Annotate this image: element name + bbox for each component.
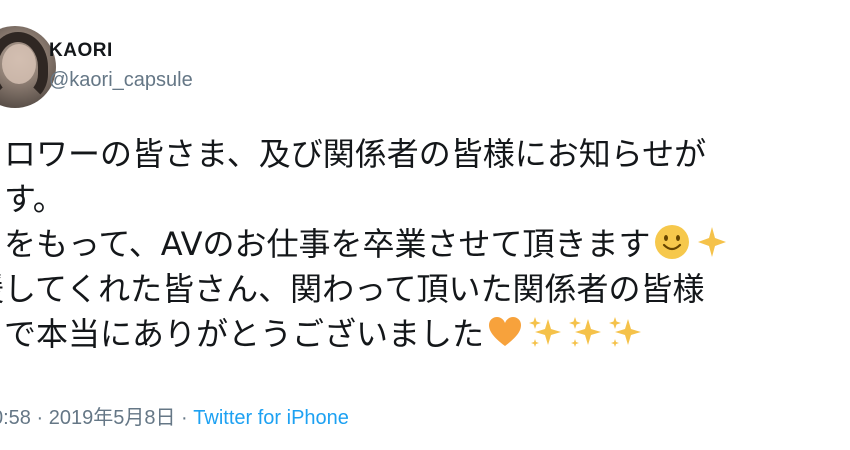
sparkles-icon xyxy=(569,317,602,347)
tweet-header: KAORI @kaori_capsule xyxy=(49,40,193,92)
user-handle[interactable]: @kaori_capsule xyxy=(49,68,193,92)
avatar[interactable] xyxy=(0,26,56,108)
tweet-line: まで本当にありがとうございました xyxy=(0,312,850,357)
tweet-time[interactable]: 0:58 xyxy=(0,407,31,429)
tweet-date[interactable]: 2019年5月8日 xyxy=(49,407,176,429)
tweet-line-text: 日をもって、AVのお仕事を卒業させて頂きます xyxy=(0,225,651,263)
tweet-card: KAORI @kaori_capsule ォロワーの皆さま、及び関係者の皆様にお… xyxy=(0,0,850,450)
orange-heart-icon xyxy=(489,317,522,346)
sparkles-icon xyxy=(529,317,562,347)
tweet-line-text: ォロワーの皆さま、及び関係者の皆様にお知らせが xyxy=(0,135,707,173)
tweet-line: 援してくれた皆さん、関わって頂いた関係者の皆様 xyxy=(0,267,850,312)
tweet-line: 日をもって、AVのお仕事を卒業させて頂きます xyxy=(0,222,850,267)
avatar-face xyxy=(2,44,36,84)
display-name[interactable]: KAORI xyxy=(49,40,193,62)
tweet-line-text: まで本当にありがとうございました xyxy=(0,315,485,353)
tweet-source-link[interactable]: Twitter for iPhone xyxy=(193,407,349,429)
sparkles-icon xyxy=(697,227,726,257)
tweet-line: ます。 xyxy=(0,177,850,222)
meta-separator: · xyxy=(181,407,188,429)
sparkles-icon xyxy=(609,317,642,347)
smiling-face-icon xyxy=(654,225,689,259)
tweet-line-text: ます。 xyxy=(0,180,65,218)
meta-separator: · xyxy=(36,407,44,429)
tweet-line-text: 援してくれた皆さん、関わって頂いた関係者の皆様 xyxy=(0,270,705,308)
tweet-line: ォロワーの皆さま、及び関係者の皆様にお知らせが xyxy=(0,132,850,177)
tweet-text: ォロワーの皆さま、及び関係者の皆様にお知らせが ます。 日をもって、AVのお仕事… xyxy=(0,132,850,357)
tweet-meta: 0:58 · 2019年5月8日 · Twitter for iPhone xyxy=(0,405,349,431)
